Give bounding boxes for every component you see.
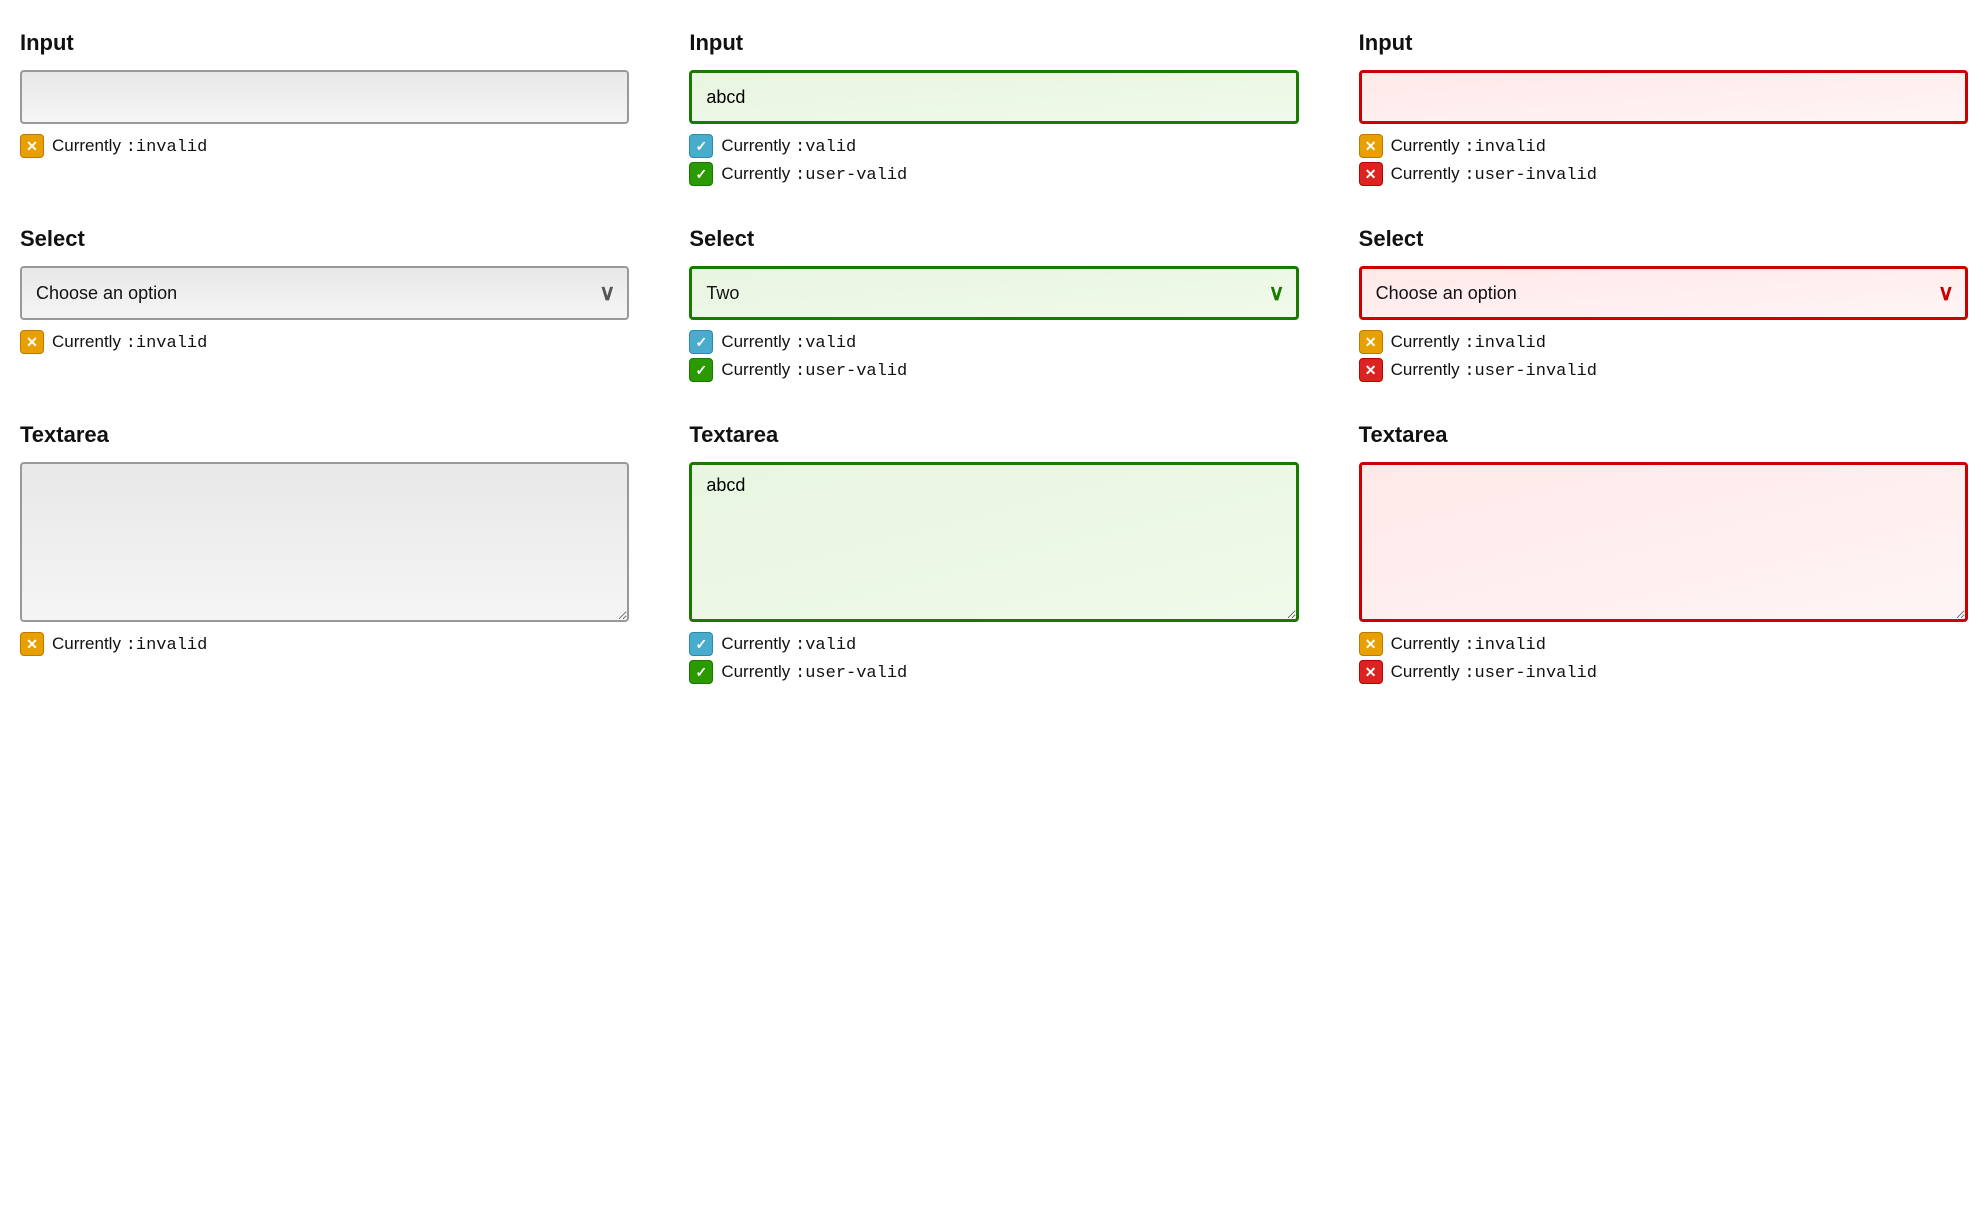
col3-select-wrapper: Choose an option One Two Three ∨ <box>1359 266 1968 320</box>
col3-textarea-cell: Textarea ✕ Currently :invalid ✕ Currentl… <box>1359 422 1968 684</box>
col1-input-label: Input <box>20 30 629 56</box>
badge-orange-icon-2: ✕ <box>1359 134 1383 158</box>
col1-textarea-cell: Textarea ✕ Currently :invalid <box>20 422 629 684</box>
col2-select-field[interactable]: Choose an option One Two Three <box>689 266 1298 320</box>
col1-textarea-field[interactable] <box>20 462 629 622</box>
col3-textarea-field[interactable] <box>1359 462 1968 622</box>
col1-input-cell: Input ✕ Currently :invalid <box>20 30 629 186</box>
col3-input-field[interactable] <box>1359 70 1968 124</box>
col1-textarea-status-invalid-text: Currently :invalid <box>52 634 207 655</box>
col2-input-field[interactable] <box>689 70 1298 124</box>
col2-select-label: Select <box>689 226 1298 252</box>
col1-select-field[interactable]: Choose an option One Two Three <box>20 266 629 320</box>
col2-input-status-valid-text: Currently :valid <box>721 136 856 157</box>
col1-input-field[interactable] <box>20 70 629 124</box>
col3-input-cell: Input ✕ Currently :invalid ✕ Currently :… <box>1359 30 1968 186</box>
col1-input-status-list: ✕ Currently :invalid <box>20 134 629 158</box>
col3-input-status-list: ✕ Currently :invalid ✕ Currently :user-i… <box>1359 134 1968 186</box>
col2-select-status-list: ✓ Currently :valid ✓ Currently :user-val… <box>689 330 1298 382</box>
badge-orange-icon-5: ✕ <box>20 632 44 656</box>
badge-red-icon-3: ✕ <box>1359 660 1383 684</box>
badge-orange-icon-4: ✕ <box>1359 330 1383 354</box>
col3-input-status-invalid: ✕ Currently :invalid <box>1359 134 1968 158</box>
col1-input-status-invalid-text: Currently :invalid <box>52 136 207 157</box>
col3-select-status-list: ✕ Currently :invalid ✕ Currently :user-i… <box>1359 330 1968 382</box>
col2-textarea-cell: Textarea abcd ✓ Currently :valid ✓ Curre… <box>689 422 1298 684</box>
badge-orange-icon-6: ✕ <box>1359 632 1383 656</box>
col1-select-wrapper: Choose an option One Two Three ∨ <box>20 266 629 320</box>
badge-blue-icon: ✓ <box>689 134 713 158</box>
col2-textarea-status-user-valid-text: Currently :user-valid <box>721 662 907 683</box>
col2-textarea-status-valid: ✓ Currently :valid <box>689 632 1298 656</box>
col2-input-cell: Input ✓ Currently :valid ✓ Currently :us… <box>689 30 1298 186</box>
col2-select-status-user-valid-text: Currently :user-valid <box>721 360 907 381</box>
badge-blue-icon-2: ✓ <box>689 330 713 354</box>
badge-red-icon-2: ✕ <box>1359 358 1383 382</box>
col1-input-status-invalid: ✕ Currently :invalid <box>20 134 629 158</box>
col2-select-status-valid-text: Currently :valid <box>721 332 856 353</box>
col3-textarea-status-user-invalid: ✕ Currently :user-invalid <box>1359 660 1968 684</box>
col2-textarea-field[interactable]: abcd <box>689 462 1298 622</box>
col1-select-status-list: ✕ Currently :invalid <box>20 330 629 354</box>
col3-textarea-status-invalid: ✕ Currently :invalid <box>1359 632 1968 656</box>
main-grid: Input ✕ Currently :invalid Input ✓ Curre… <box>20 30 1968 684</box>
col2-textarea-label: Textarea <box>689 422 1298 448</box>
col3-textarea-status-user-invalid-text: Currently :user-invalid <box>1391 662 1597 683</box>
col2-select-cell: Select Choose an option One Two Three ∨ … <box>689 226 1298 382</box>
col3-select-cell: Select Choose an option One Two Three ∨ … <box>1359 226 1968 382</box>
col3-select-status-invalid-text: Currently :invalid <box>1391 332 1546 353</box>
col1-select-cell: Select Choose an option One Two Three ∨ … <box>20 226 629 382</box>
col3-select-status-user-invalid: ✕ Currently :user-invalid <box>1359 358 1968 382</box>
col2-input-status-user-valid-text: Currently :user-valid <box>721 164 907 185</box>
badge-green-icon: ✓ <box>689 162 713 186</box>
col1-textarea-status-list: ✕ Currently :invalid <box>20 632 629 656</box>
col2-input-status-valid: ✓ Currently :valid <box>689 134 1298 158</box>
col2-select-status-valid: ✓ Currently :valid <box>689 330 1298 354</box>
col3-select-label: Select <box>1359 226 1968 252</box>
col1-textarea-status-invalid: ✕ Currently :invalid <box>20 632 629 656</box>
col3-textarea-status-invalid-text: Currently :invalid <box>1391 634 1546 655</box>
col2-input-label: Input <box>689 30 1298 56</box>
col3-select-status-invalid: ✕ Currently :invalid <box>1359 330 1968 354</box>
badge-orange-icon-3: ✕ <box>20 330 44 354</box>
col3-textarea-status-list: ✕ Currently :invalid ✕ Currently :user-i… <box>1359 632 1968 684</box>
col3-select-status-user-invalid-text: Currently :user-invalid <box>1391 360 1597 381</box>
col1-select-status-invalid-text: Currently :invalid <box>52 332 207 353</box>
col3-select-field[interactable]: Choose an option One Two Three <box>1359 266 1968 320</box>
col2-select-status-user-valid: ✓ Currently :user-valid <box>689 358 1298 382</box>
badge-red-icon: ✕ <box>1359 162 1383 186</box>
col1-textarea-label: Textarea <box>20 422 629 448</box>
col2-textarea-status-valid-text: Currently :valid <box>721 634 856 655</box>
col2-input-status-list: ✓ Currently :valid ✓ Currently :user-val… <box>689 134 1298 186</box>
col1-select-label: Select <box>20 226 629 252</box>
col2-select-wrapper: Choose an option One Two Three ∨ <box>689 266 1298 320</box>
col3-input-status-user-invalid: ✕ Currently :user-invalid <box>1359 162 1968 186</box>
col2-input-status-user-valid: ✓ Currently :user-valid <box>689 162 1298 186</box>
badge-blue-icon-3: ✓ <box>689 632 713 656</box>
col3-textarea-label: Textarea <box>1359 422 1968 448</box>
col2-textarea-status-user-valid: ✓ Currently :user-valid <box>689 660 1298 684</box>
col1-select-status-invalid: ✕ Currently :invalid <box>20 330 629 354</box>
col3-input-status-invalid-text: Currently :invalid <box>1391 136 1546 157</box>
badge-green-icon-2: ✓ <box>689 358 713 382</box>
col2-textarea-status-list: ✓ Currently :valid ✓ Currently :user-val… <box>689 632 1298 684</box>
badge-orange-icon: ✕ <box>20 134 44 158</box>
col3-input-label: Input <box>1359 30 1968 56</box>
col3-input-status-user-invalid-text: Currently :user-invalid <box>1391 164 1597 185</box>
badge-green-icon-3: ✓ <box>689 660 713 684</box>
